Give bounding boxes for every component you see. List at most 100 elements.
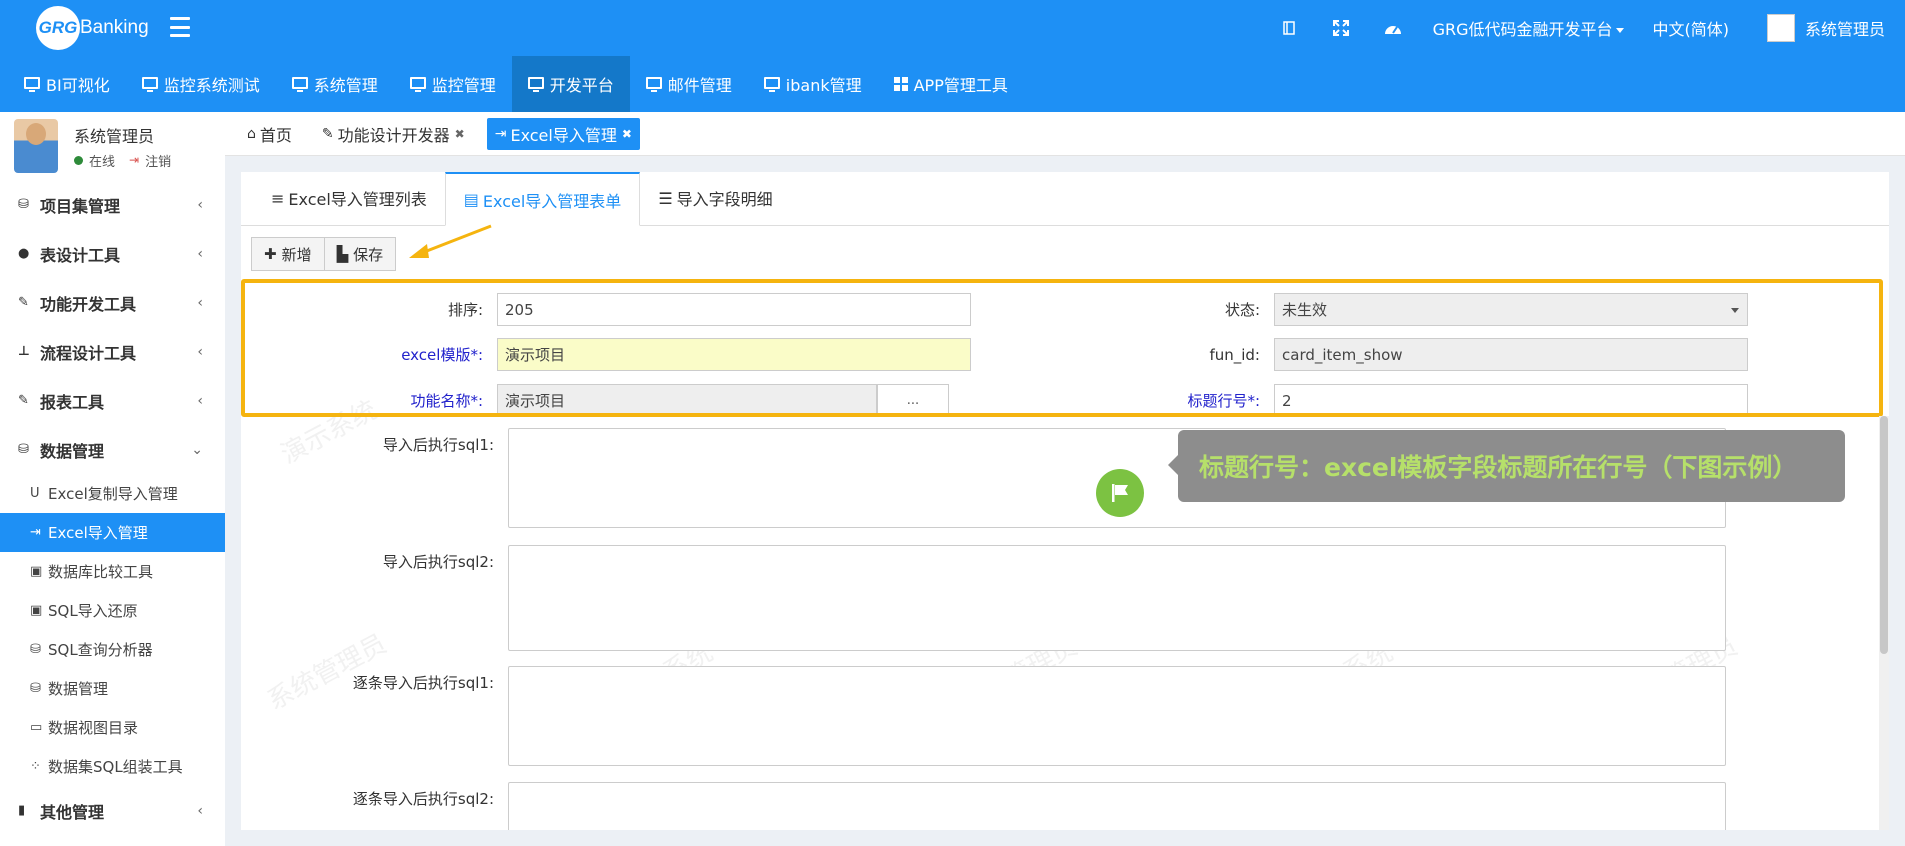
user-name: 系统管理员 — [1804, 20, 1885, 39]
add-label: 新增 — [281, 245, 312, 264]
add-button[interactable]: ✚ 新增 — [251, 237, 325, 271]
form-row-row-sql1: 逐条导入后执行sql1: — [241, 666, 1726, 766]
bookmark-icon[interactable] — [1277, 16, 1301, 40]
form-row-fun-id: fun_id: card_item_show — [1141, 338, 1748, 371]
sidebar-item-excel-import[interactable]: ⇥ Excel导入管理 — [0, 513, 225, 552]
sidebar-item-data-manage[interactable]: ⛁ 数据管理 — [0, 669, 225, 708]
sub-label: Excel复制导入管理 — [48, 485, 178, 503]
nav-bi[interactable]: BI可视化 — [8, 56, 126, 112]
sidebar-group-flow-design[interactable]: ⊥ 流程设计工具 ‹ — [0, 327, 225, 376]
sql1-label: 导入后执行sql1: — [382, 436, 494, 454]
func-name-input[interactable]: 演示项目 — [497, 384, 877, 417]
nav-label: 监控管理 — [431, 76, 496, 95]
title-row-input[interactable]: 2 — [1274, 384, 1748, 417]
nav-dev-platform[interactable]: 开发平台 — [511, 56, 630, 112]
sidebar-item-dataset-sql[interactable]: ⁘ 数据集SQL组装工具 — [0, 747, 225, 786]
chevron-left-icon: ‹ — [197, 343, 203, 360]
sql2-textarea[interactable] — [508, 545, 1726, 651]
floppy-icon: ▣ — [30, 564, 43, 579]
platform-menu-label: GRG低代码金融开发平台 — [1432, 20, 1613, 39]
logo[interactable]: GRG Banking — [36, 6, 151, 50]
nav-monitor-test[interactable]: 监控系统测试 — [126, 56, 276, 112]
group-label: 其他管理 — [40, 802, 105, 822]
func-name-picker-button[interactable]: ... — [877, 384, 949, 417]
sidebar-user-name: 系统管理员 — [74, 126, 155, 146]
list-icon: ≡ — [271, 188, 285, 208]
tab-form[interactable]: ▤ Excel导入管理表单 — [444, 172, 641, 226]
grid-icon: ⁘ — [30, 759, 41, 774]
tab-label: 功能设计开发器 — [337, 125, 450, 145]
nav-mail[interactable]: 邮件管理 — [630, 56, 748, 112]
language-switch[interactable]: 中文(简体) — [1652, 16, 1729, 40]
monitor-icon — [645, 77, 662, 92]
sidebar-item-data-view[interactable]: ▭ 数据视图目录 — [0, 708, 225, 747]
sign-in-icon: ⇥ — [30, 525, 41, 540]
tab-home[interactable]: ⌂ 首页 — [239, 118, 300, 150]
nav-label: 开发平台 — [549, 76, 614, 95]
sidebar-item-sql-analyzer[interactable]: ⛁ SQL查询分析器 — [0, 630, 225, 669]
tab-func-designer[interactable]: ✎ 功能设计开发器 ✖ — [314, 118, 473, 150]
monitor-icon — [763, 77, 780, 92]
chevron-left-icon: ‹ — [197, 802, 203, 819]
user-menu[interactable]: 系统管理员 — [1766, 14, 1885, 42]
save-icon: ▙ — [336, 245, 349, 263]
sort-input[interactable]: 205 — [497, 293, 971, 326]
monitor-icon — [527, 77, 544, 92]
row-sql2-textarea[interactable] — [508, 782, 1726, 830]
sidebar-group-func-dev[interactable]: ✎ 功能开发工具 ‹ — [0, 278, 225, 327]
tab-label: 导入字段明细 — [676, 190, 773, 209]
sidebar-item-excel-copy-import[interactable]: U Excel复制导入管理 — [0, 474, 225, 513]
side-menu: ⛁ 项目集管理 ‹ ● 表设计工具 ‹ ✎ 功能开发工具 ‹ ⊥ 流程设计工具 ‹ ✎ 报表工具 ‹… — [0, 180, 225, 835]
sidebar-item-db-compare[interactable]: ▣ 数据库比较工具 — [0, 552, 225, 591]
sidebar-group-project[interactable]: ⛁ 项目集管理 ‹ — [0, 180, 225, 229]
nav-app-tools[interactable]: APP管理工具 — [878, 56, 1024, 112]
nav-ibank[interactable]: ibank管理 — [748, 56, 878, 112]
chevron-left-icon: ‹ — [197, 245, 203, 262]
sidebar-group-report[interactable]: ✎ 报表工具 ‹ — [0, 376, 225, 425]
sub-label: Excel导入管理 — [48, 524, 148, 542]
tab-list[interactable]: ≡ Excel导入管理列表 — [253, 172, 445, 225]
sidebar-item-sql-restore[interactable]: ▣ SQL导入还原 — [0, 591, 225, 630]
fullscreen-icon[interactable] — [1329, 16, 1353, 40]
title-row-label: 标题行号*: — [1187, 392, 1260, 410]
group-label: 流程设计工具 — [40, 343, 137, 363]
user-panel: 系统管理员 在线 ⇥ 注销 — [0, 112, 225, 180]
nav-monitor[interactable]: 监控管理 — [394, 56, 512, 112]
platform-menu[interactable]: GRG低代码金融开发平台 — [1433, 16, 1625, 40]
save-label: 保存 — [353, 245, 384, 264]
sidebar-group-other[interactable]: ▮ 其他管理 ‹ — [0, 786, 225, 835]
cubes-icon: ⛁ — [18, 197, 29, 212]
tab-field-detail[interactable]: ☰ 导入字段明细 — [640, 172, 790, 225]
online-status: 在线 — [89, 154, 116, 170]
sidebar-group-data[interactable]: ⛁ 数据管理 ⌄ — [0, 425, 225, 474]
logout-icon[interactable]: ⇥ — [129, 153, 139, 167]
nav-label: 邮件管理 — [667, 76, 732, 95]
template-input[interactable]: 演示项目 — [497, 338, 971, 371]
home-icon: ⌂ — [247, 125, 256, 142]
magnet-icon: U — [30, 486, 40, 501]
fun-id-input[interactable]: card_item_show — [1274, 338, 1748, 371]
dashboard-icon[interactable] — [1381, 16, 1405, 40]
page-tabs: ⌂ 首页 ✎ 功能设计开发器 ✖ ⇥ Excel导入管理 ✖ — [225, 112, 1905, 156]
logout-link[interactable]: 注销 — [145, 151, 171, 170]
flag-icon[interactable] — [1096, 469, 1144, 517]
sidebar-group-table-design[interactable]: ● 表设计工具 ‹ — [0, 229, 225, 278]
menu-toggle-icon[interactable] — [170, 17, 190, 37]
sub-label: SQL导入还原 — [48, 602, 138, 620]
form-row-sql2: 导入后执行sql2: — [241, 545, 1726, 651]
sort-label: 排序: — [447, 301, 483, 319]
status-select[interactable]: 未生效 — [1274, 293, 1748, 326]
form-row-template: excel模版*: 演示项目 — [241, 338, 971, 371]
scrollbar-thumb[interactable] — [1880, 416, 1888, 654]
form-row-title-row: 标题行号*: 2 — [1141, 384, 1748, 417]
sign-in-icon: ⇥ — [494, 125, 507, 142]
close-icon[interactable]: ✖ — [622, 127, 632, 141]
close-icon[interactable]: ✖ — [455, 127, 465, 141]
nav-label: ibank管理 — [785, 76, 862, 95]
form-tabs: ≡ Excel导入管理列表 ▤ Excel导入管理表单 ☰ 导入字段明细 — [241, 172, 1889, 226]
tab-excel-import[interactable]: ⇥ Excel导入管理 ✖ — [486, 117, 640, 150]
nav-label: APP管理工具 — [913, 76, 1008, 95]
nav-system[interactable]: 系统管理 — [276, 56, 394, 112]
row-sql1-textarea[interactable] — [508, 666, 1726, 766]
save-button[interactable]: ▙ 保存 — [324, 237, 397, 271]
